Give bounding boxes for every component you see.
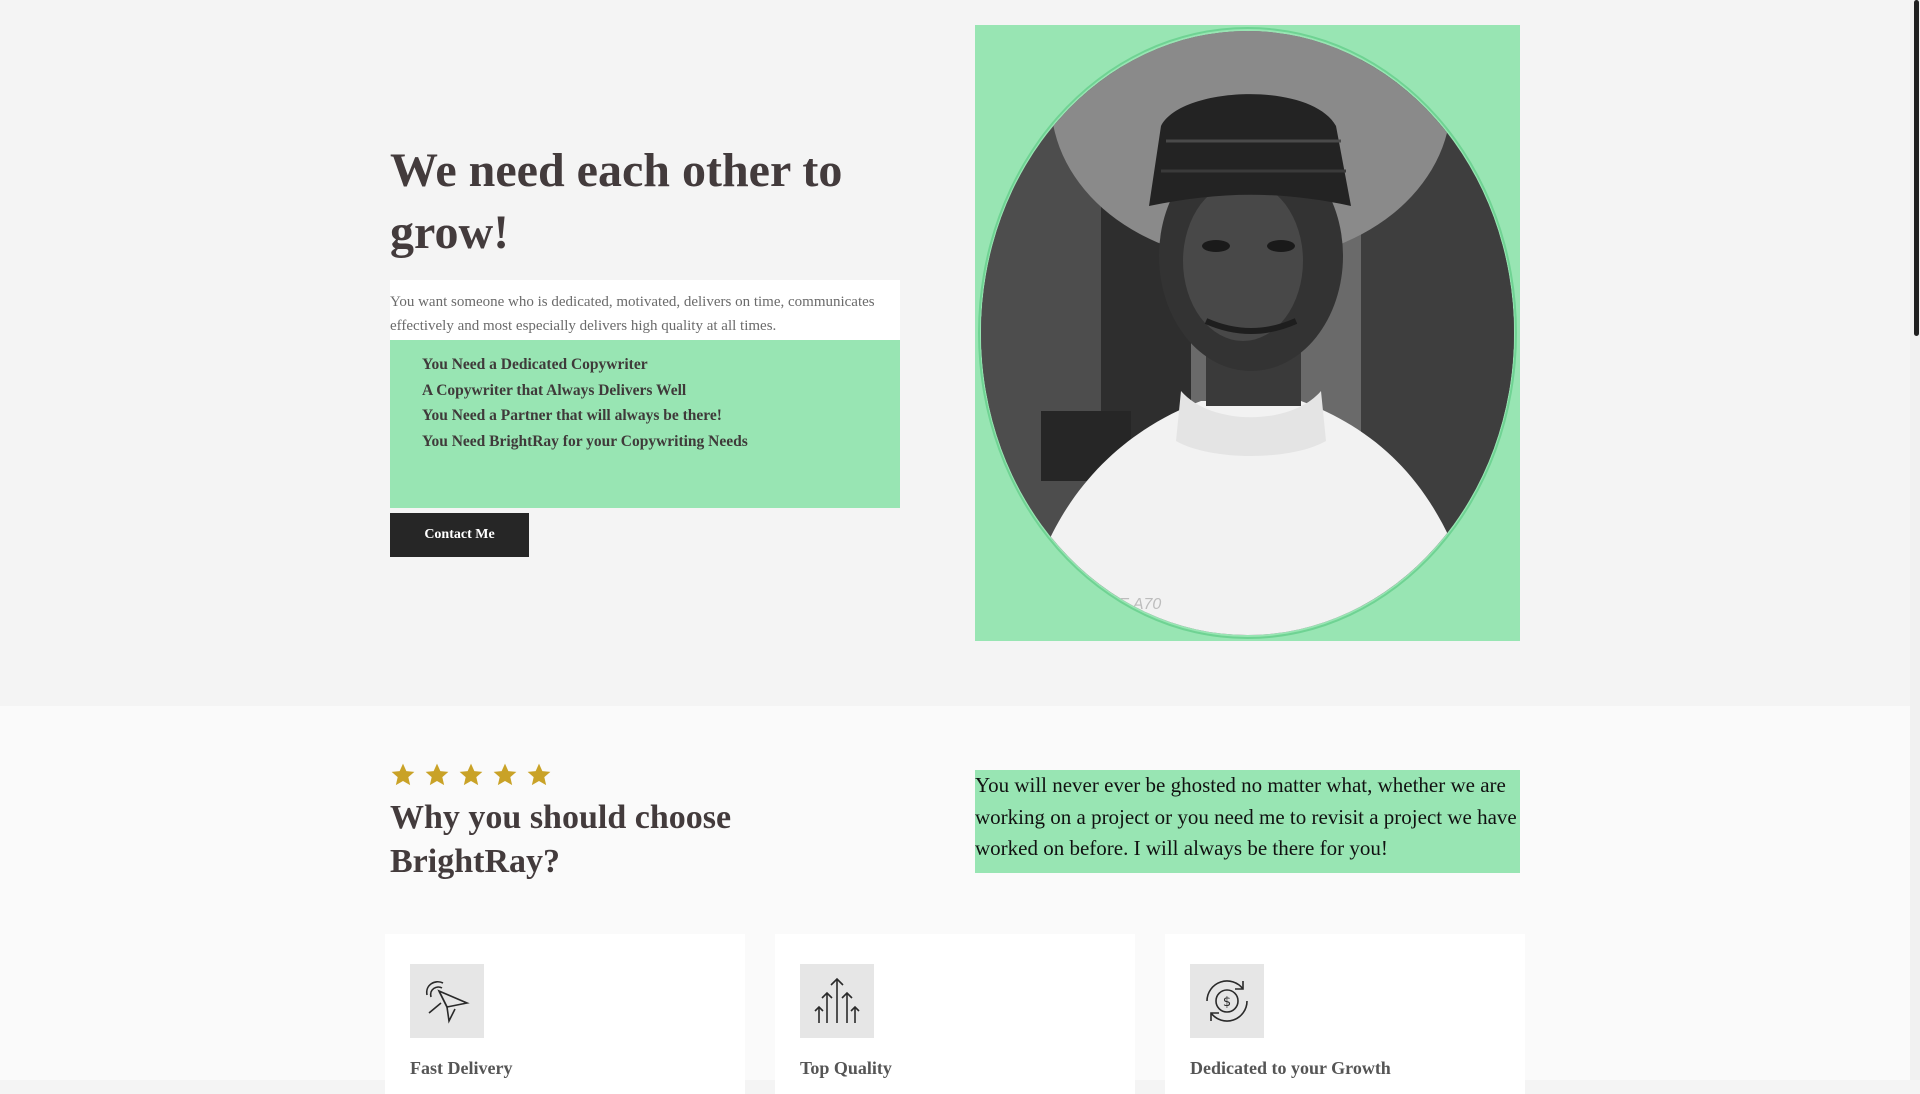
hero-description: You want someone who is dedicated, motiv… [390,280,900,340]
feature-card-top-quality: Top Quality [775,934,1135,1094]
portrait-illustration: HOME A70 [981,31,1514,635]
contact-me-button[interactable]: Contact Me [390,513,529,557]
star-icon [459,763,483,786]
need-item: You Need a Dedicated Copywriter [422,356,648,373]
profile-photo: HOME A70 [981,31,1514,635]
feature-card-growth: $ Dedicated to your Growth [1165,934,1525,1094]
why-title: Why you should choose BrightRay? [390,799,732,880]
card-title: Top Quality [800,1058,892,1078]
hero-content: We need each other to grow! You want som… [390,140,900,557]
paper-plane-icon [410,964,484,1038]
photo-watermark: HOME A70 [1081,596,1161,613]
growth-arrows-icon [800,964,874,1038]
why-section: Why you should choose BrightRay? You wil… [0,706,1910,1094]
card-title: Fast Delivery [410,1058,513,1078]
profile-photo-frame: HOME A70 [975,25,1520,641]
dollar-cycle-icon: $ [1190,964,1264,1038]
svg-text:$: $ [1223,995,1231,1010]
feature-card-fast-delivery: Fast Delivery [385,934,745,1094]
hero-section: We need each other to grow! You want som… [0,0,1910,706]
rating-stars [390,762,552,788]
hero-title: We need each other to grow! [390,144,843,259]
star-icon [391,763,415,786]
need-item: You Need a Partner that will always be t… [422,407,722,424]
need-item: You Need BrightRay for your Copywriting … [422,432,748,450]
scrollbar-thumb[interactable] [1914,0,1919,336]
star-icon [425,763,449,786]
why-statement: You will never ever be ghosted no matter… [975,770,1520,873]
need-item: A Copywriter that Always Delivers Well [422,381,687,399]
star-icon [493,763,517,786]
card-title: Dedicated to your Growth [1190,1058,1391,1078]
star-icon [527,763,551,786]
needs-list: You Need a Dedicated Copywriter A Copywr… [390,340,900,508]
